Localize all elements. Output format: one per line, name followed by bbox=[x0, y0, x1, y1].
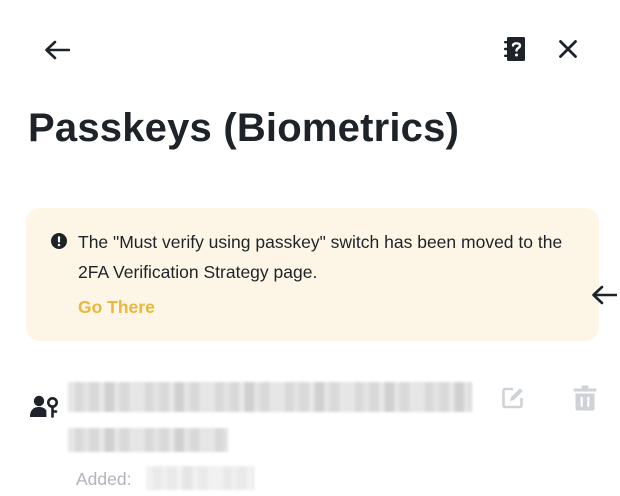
close-button[interactable] bbox=[553, 34, 583, 64]
header bbox=[0, 0, 620, 100]
close-icon bbox=[559, 40, 577, 58]
notice-message: The "Must verify using passkey" switch h… bbox=[78, 232, 563, 282]
edit-icon bbox=[502, 387, 523, 409]
passkey-detail-redacted bbox=[68, 428, 228, 452]
help-book-icon bbox=[504, 37, 525, 61]
trash-icon bbox=[573, 385, 597, 411]
page-title: Passkeys (Biometrics) bbox=[28, 106, 460, 150]
back-button[interactable] bbox=[40, 35, 74, 65]
passkey-name-redacted bbox=[68, 382, 472, 412]
arrow-left-icon bbox=[45, 40, 70, 60]
arrow-left-icon bbox=[592, 285, 617, 305]
help-button[interactable] bbox=[500, 33, 530, 65]
side-back-arrow[interactable] bbox=[591, 281, 620, 309]
passkeys-page: Passkeys (Biometrics) The "Must verify u… bbox=[0, 0, 620, 496]
delete-passkey-button[interactable] bbox=[571, 383, 599, 413]
added-date-label: Added: bbox=[76, 469, 132, 489]
edit-passkey-button[interactable] bbox=[499, 384, 527, 412]
exclamation-circle-icon bbox=[51, 233, 67, 249]
go-there-link[interactable]: Go There bbox=[78, 293, 155, 321]
passkey-list-item: Added: bbox=[0, 370, 620, 496]
user-key-icon bbox=[30, 395, 58, 418]
added-date-redacted bbox=[146, 466, 254, 490]
notice-banner: The "Must verify using passkey" switch h… bbox=[26, 208, 599, 341]
